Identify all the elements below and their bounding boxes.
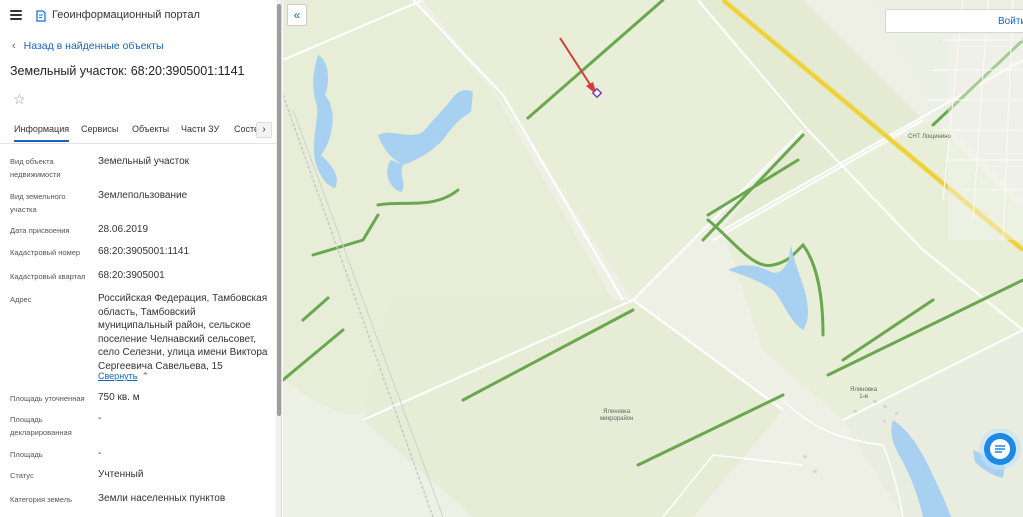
property-value: Землепользование: [98, 190, 188, 201]
map-label-snt: СНТ Лощинино: [908, 134, 951, 140]
property-value: 68:20:3905001: [98, 270, 165, 281]
page-title: Земельный участок: 68:20:3905001:1141: [10, 64, 245, 78]
property-label: Кадастровый квартал: [10, 272, 86, 281]
portal-logo-icon: [36, 10, 46, 22]
portal-title: Геоинформационный портал: [52, 9, 200, 21]
tab-objects[interactable]: Объекты: [132, 124, 169, 134]
cadastral-number-value: 68:20:3905001:1141: [98, 246, 190, 257]
area-value: 750 кв. м: [98, 392, 140, 403]
tab-land-parts[interactable]: Части ЗУ: [181, 124, 219, 134]
double-chevron-left-icon: «: [293, 8, 301, 22]
property-label: Вид земельного участка: [10, 192, 66, 214]
collapse-label: Свернуть: [98, 371, 138, 381]
property-label: Кадастровый номер: [10, 248, 81, 257]
login-label: Войти: [998, 16, 1023, 27]
status-value: Учтенный: [98, 469, 144, 480]
tab-services[interactable]: Сервисы: [81, 124, 118, 134]
info-tabs: Информация Сервисы Объекты Части ЗУ Сост…: [0, 118, 276, 144]
star-outline-icon[interactable]: ☆: [13, 91, 26, 108]
property-value: 28.06.2019: [98, 224, 149, 235]
collapse-panel-button[interactable]: «: [287, 4, 307, 26]
app-header: Геоинформационный портал: [0, 0, 281, 32]
map-canvas[interactable]: [283, 0, 1023, 517]
back-to-results-link[interactable]: ‹ Назад в найденные объекты: [12, 40, 164, 52]
address-value: Российская Федерация, Тамбовская область…: [98, 293, 268, 372]
property-value: -: [98, 448, 102, 459]
property-label: Дата присвоения: [10, 226, 70, 235]
property-label: Категория земель: [10, 495, 73, 504]
hamburger-menu-icon[interactable]: [10, 10, 22, 20]
login-button[interactable]: Войти: [885, 9, 1023, 33]
property-value: -: [98, 413, 102, 424]
chat-bubble-icon[interactable]: [978, 427, 1022, 471]
settlement-area: [948, 10, 1023, 240]
map-view[interactable]: Ялиновка 1-я Ялиновка микрорайон СНТ Лощин…: [283, 0, 1023, 517]
map-label-microdistrict: Ялиновка микрорайон: [600, 409, 634, 422]
chevron-up-icon: ⌃: [141, 371, 150, 381]
property-value: Земли населенных пунктов: [98, 493, 226, 504]
property-label: Вид объекта недвижимости: [10, 157, 61, 179]
property-label: Площадь: [10, 450, 43, 459]
tab-information[interactable]: Информация: [14, 124, 70, 142]
tabs-scroll-right-icon[interactable]: ›: [256, 122, 272, 138]
property-label: Площадь декларированная: [10, 415, 72, 437]
property-label: Адрес: [10, 295, 32, 304]
property-label: Площадь уточненная: [10, 394, 85, 403]
panel-scrollbar-thumb[interactable]: [277, 4, 281, 416]
object-info-panel: Геоинформационный портал ‹ Назад в найден…: [0, 0, 282, 517]
property-label: Статус: [10, 471, 34, 480]
map-label-settlement: Ялиновка 1-я: [850, 387, 878, 400]
collapse-address-link[interactable]: Свернуть ⌃: [98, 371, 149, 382]
chevron-left-icon: ‹: [12, 40, 16, 52]
property-value: Земельный участок: [98, 156, 190, 167]
back-link-label: Назад в найденные объекты: [23, 40, 164, 52]
